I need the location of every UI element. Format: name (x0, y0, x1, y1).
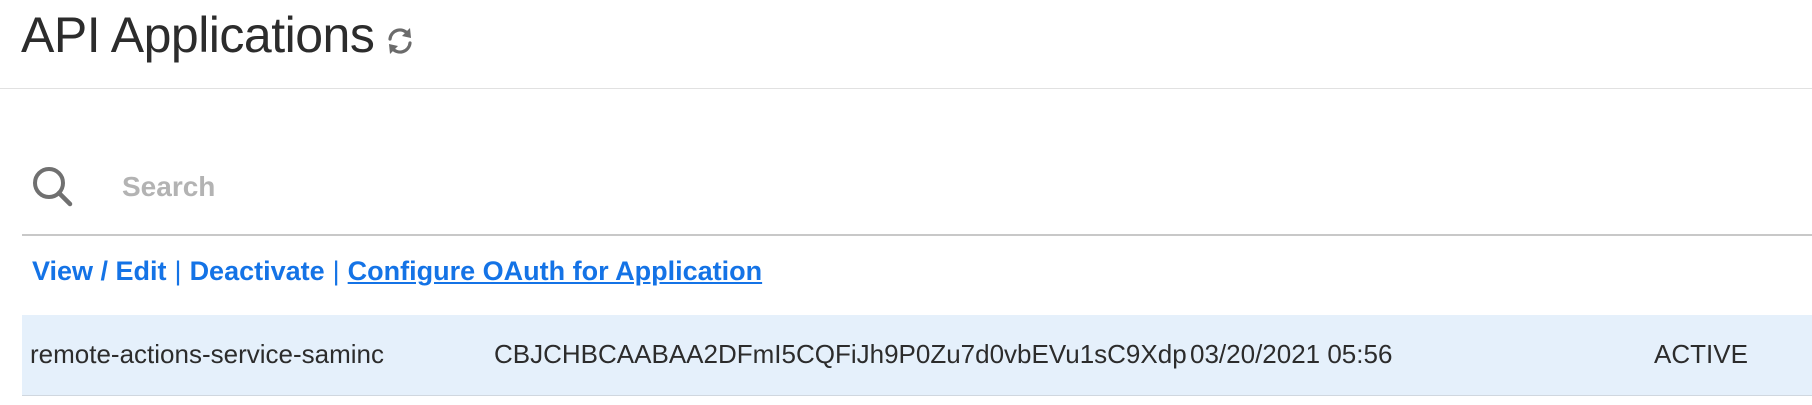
application-key: CBJCHBCAABAA2DFmI5CQFiJh9P0Zu7d0vbEVu1sC… (494, 339, 1187, 369)
view-edit-link[interactable]: View / Edit (32, 256, 167, 286)
configure-oauth-link[interactable]: Configure OAuth for Application (348, 256, 762, 286)
application-actions: View / Edit | Deactivate | Configure OAuth f… (32, 256, 762, 287)
application-name: remote-actions-service-saminc (30, 339, 384, 369)
search-bar (22, 152, 1812, 236)
action-separator: | (174, 256, 182, 286)
page-header: API Applications (0, 0, 1812, 89)
refresh-icon[interactable] (383, 24, 417, 58)
action-separator: | (332, 256, 340, 286)
status-badge: ACTIVE (1654, 339, 1748, 369)
search-icon[interactable] (30, 164, 76, 210)
table-row[interactable]: remote-actions-service-saminc CBJCHBCAAB… (22, 315, 1812, 396)
page: API Applications View / Edit|Deactivate|… (0, 0, 1812, 405)
search-input[interactable] (100, 162, 1772, 212)
deactivate-link[interactable]: Deactivate (190, 256, 325, 286)
application-date: 03/20/2021 05:56 (1190, 339, 1393, 369)
page-title: API Applications (21, 7, 375, 63)
